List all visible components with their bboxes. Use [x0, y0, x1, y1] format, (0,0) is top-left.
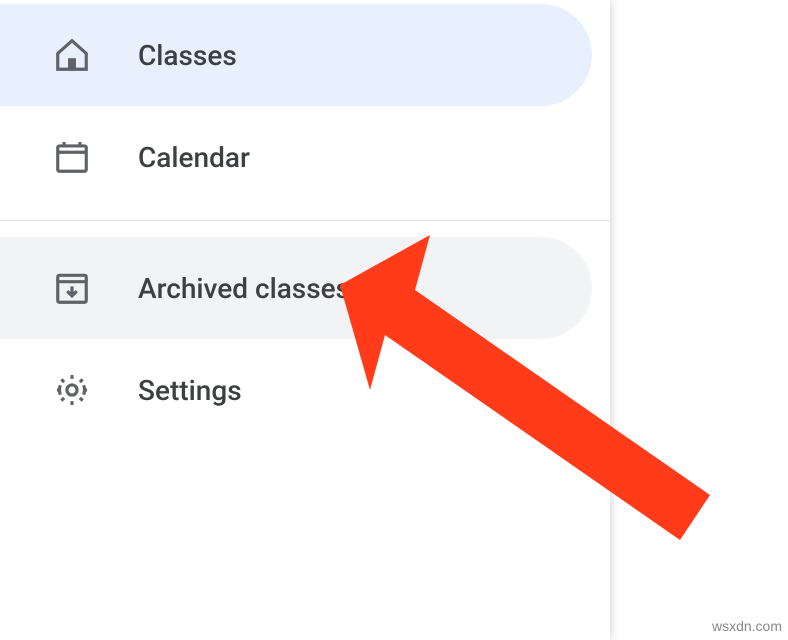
- sidebar-item-calendar[interactable]: Calendar: [0, 106, 592, 208]
- archive-icon: [48, 264, 96, 312]
- watermark: wsxdn.com: [712, 618, 782, 634]
- home-icon: [48, 31, 96, 79]
- nav-section-main: Classes Calendar: [0, 0, 610, 208]
- divider: [0, 220, 610, 221]
- sidebar-item-label: Settings: [138, 374, 242, 407]
- sidebar-item-label: Classes: [138, 39, 237, 72]
- nav-section-secondary: Archived classes Settings: [0, 233, 610, 441]
- calendar-icon: [48, 133, 96, 181]
- sidebar: Classes Calendar: [0, 0, 610, 640]
- sidebar-item-settings[interactable]: Settings: [0, 339, 592, 441]
- sidebar-item-label: Archived classes: [138, 272, 350, 305]
- sidebar-item-classes[interactable]: Classes: [0, 4, 592, 106]
- sidebar-item-label: Calendar: [138, 141, 250, 174]
- gear-icon: [48, 366, 96, 414]
- sidebar-item-archived-classes[interactable]: Archived classes: [0, 237, 592, 339]
